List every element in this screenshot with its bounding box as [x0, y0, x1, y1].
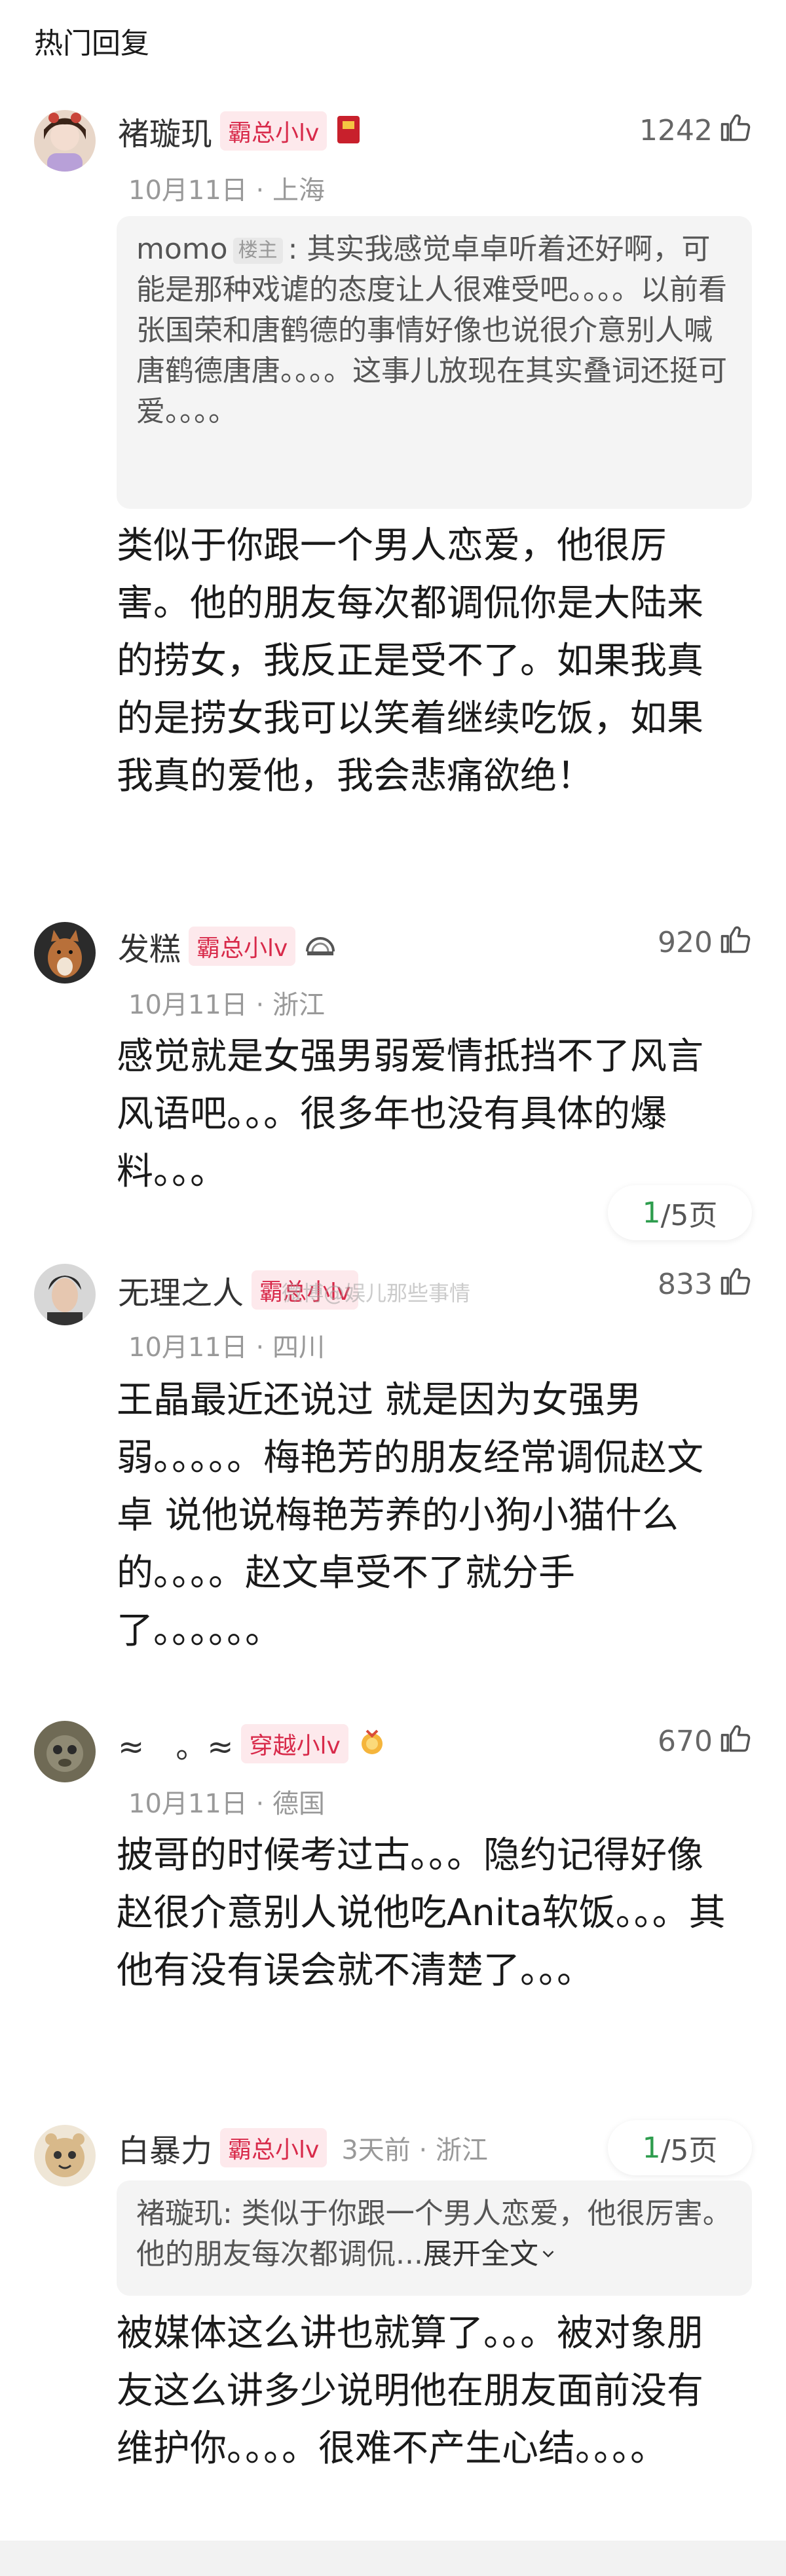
- level-badge[interactable]: 霸总小lv: [220, 111, 328, 151]
- username[interactable]: 无理之人: [118, 1267, 244, 1313]
- username[interactable]: ≈ 。≈: [118, 1721, 233, 1767]
- avatar[interactable]: [34, 2125, 96, 2186]
- comment-date: 10月11日: [128, 1333, 248, 1363]
- comment-date: 10月11日: [128, 175, 248, 206]
- comment-time: 3天前: [341, 2135, 411, 2165]
- username[interactable]: 褚璇玑: [118, 108, 212, 154]
- quote-author[interactable]: momo: [136, 232, 228, 266]
- level-badge[interactable]: 霸总小lv: [189, 927, 296, 966]
- name-row: 发糕 霸总小lv: [118, 923, 336, 969]
- comment-body: 披哥的时候考过古。。。隐约记得好像赵很介意别人说他吃Anita软饭。。。其他有没…: [117, 1834, 726, 1992]
- comment-location: 浙江: [435, 2135, 488, 2165]
- comment-meta: 3天前 · 浙江: [341, 2135, 488, 2165]
- comment-body: 感觉就是女强男弱爱情抵挡不了风言风语吧。。。很多年也没有具体的爆料。。。: [117, 1035, 703, 1193]
- reply-pager-button[interactable]: 1/5页: [608, 1185, 752, 1240]
- pager-current: 1: [642, 2131, 661, 2165]
- comment-date: 10月11日: [128, 1789, 248, 1819]
- name-row: ≈ 。≈ 穿越小lv: [118, 1721, 386, 1767]
- thumb-up-icon[interactable]: [718, 110, 752, 151]
- comment-location: 德国: [272, 1789, 325, 1819]
- username[interactable]: 白暴力: [118, 2125, 212, 2171]
- reply-pager-button[interactable]: 1/5页: [608, 2120, 752, 2175]
- comment-location: 浙江: [272, 990, 325, 1020]
- avatar[interactable]: [34, 922, 96, 984]
- pager-total: /5页: [660, 1199, 718, 1232]
- comment-meta: 10月11日 · 浙江: [128, 990, 325, 1020]
- like-count-value: 920: [658, 926, 713, 959]
- emblem-badge-icon: [305, 932, 336, 961]
- comment-location: 四川: [272, 1333, 325, 1363]
- comment-body: 被媒体这么讲也就算了。。。被对象朋友这么讲多少说明他在朋友面前没有维护你。。。。…: [117, 2312, 703, 2470]
- pager-total: /5页: [660, 2134, 718, 2167]
- avatar[interactable]: [34, 1264, 96, 1325]
- comment-meta: 10月11日 · 四川: [128, 1333, 325, 1363]
- level-badge[interactable]: 穿越小lv: [241, 1724, 348, 1763]
- expand-full-text-link[interactable]: 展开全文: [423, 2237, 538, 2271]
- name-row: 白暴力 霸总小lv 3天前 · 浙江: [118, 2125, 488, 2171]
- like-count[interactable]: 670: [658, 1721, 752, 1762]
- comment-location: 上海: [272, 175, 325, 206]
- username[interactable]: 发糕: [118, 923, 181, 969]
- like-count[interactable]: 1242: [639, 110, 752, 151]
- quoted-comment[interactable]: momo 楼主: 其实我感觉卓卓听着还好啊，可能是那种戏谑的态度让人很难受吧。。。…: [117, 216, 752, 509]
- like-count-value: 833: [658, 1268, 713, 1301]
- like-count[interactable]: 833: [658, 1264, 752, 1305]
- thumb-up-icon[interactable]: [718, 1721, 752, 1762]
- hot-replies-title: 热门回复: [34, 27, 149, 60]
- name-row: 褚璇玑 霸总小lv: [118, 108, 361, 154]
- quoted-comment[interactable]: 褚璇玑: 类似于你跟一个男人恋爱，他很厉害。他的朋友每次都调侃...展开全文: [117, 2180, 752, 2296]
- like-count-value: 1242: [639, 114, 713, 147]
- comment-body: 王晶最近还说过 就是因为女强男弱。。。。。梅艳芳的朋友经常调侃赵文卓 说他说梅艳…: [117, 1379, 703, 1652]
- gold-medal-badge-icon: [358, 1728, 386, 1759]
- comment-meta: 10月11日 · 上海: [128, 175, 325, 206]
- like-count-value: 670: [658, 1725, 713, 1758]
- avatar[interactable]: [34, 110, 96, 172]
- op-tag: 楼主: [233, 238, 283, 264]
- comment-meta: 10月11日 · 德国: [128, 1789, 325, 1819]
- pager-current: 1: [642, 1196, 661, 1230]
- red-book-badge-icon: [336, 115, 361, 147]
- thumb-up-icon[interactable]: [718, 1264, 752, 1305]
- avatar[interactable]: [34, 1721, 96, 1782]
- comment-date: 10月11日: [128, 990, 248, 1020]
- bottom-edge: [0, 2541, 786, 2576]
- level-badge[interactable]: 霸总小lv: [220, 2128, 328, 2167]
- like-count[interactable]: 920: [658, 922, 752, 963]
- chevron-down-icon[interactable]: [538, 2237, 558, 2271]
- comment-body: 类似于你跟一个男人恋爱，他很厉害。他的朋友每次都调侃你是大陆来的捞女，我反正是受…: [117, 524, 703, 798]
- watermark: 微博@娱儿那些事情: [282, 1281, 471, 1306]
- thumb-up-icon[interactable]: [718, 922, 752, 963]
